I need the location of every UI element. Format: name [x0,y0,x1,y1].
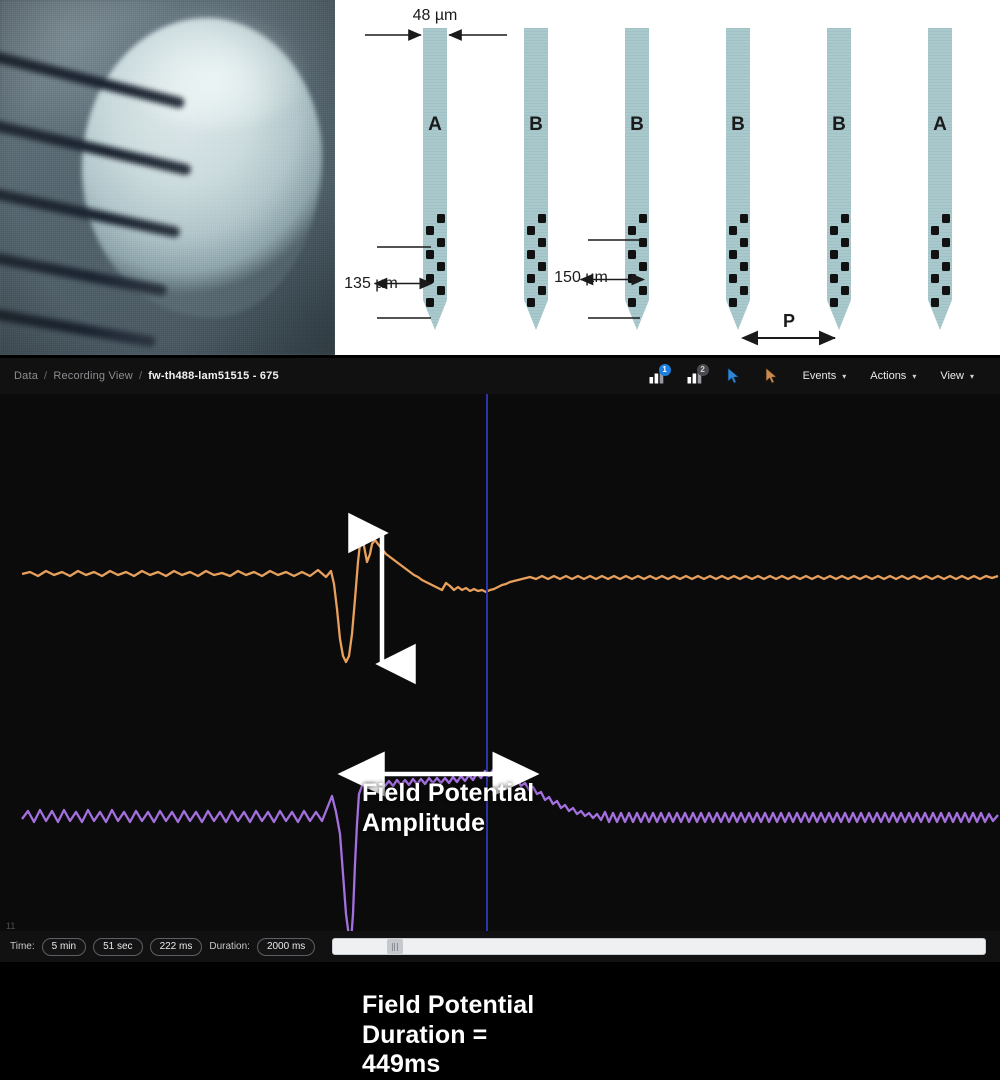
cursor-select-orange-button[interactable] [753,361,791,391]
breadcrumb-separator: / [44,370,48,382]
breadcrumb-current-recording: fw-th488-lam51515 - 675 [148,370,279,382]
time-millis-field[interactable]: 222 ms [149,937,203,956]
chart-one-button[interactable]: 1 [639,361,677,391]
chevron-down-icon-3: ▾ [969,371,974,381]
probe-diagram-svg: A B B B B A 48 µm 135 µm 150 µm P [344,7,952,346]
dimension-depth-b-label: 150 µm [554,269,608,286]
timeline-scrollbar-grip[interactable] [386,939,403,954]
svg-text:B: B [630,114,644,135]
time-seconds-field[interactable]: 51 sec [93,937,143,956]
probe-shank-2: B [524,28,548,330]
probe-shank-6: A [928,28,952,330]
grip-line-3 [396,942,398,951]
annotation-field-potential-amplitude: Field Potential Amplitude [362,779,535,837]
svg-text:A: A [933,114,947,135]
breadcrumb: Data / Recording View / fw-th488-lam5151… [14,370,279,382]
annotation-field-potential-duration: Field Potential Duration = 449ms [362,991,535,1078]
status-bar: Time: 5 min 51 sec 222 ms Duration: 2000… [0,931,1000,962]
menu-view[interactable]: View ▾ [928,361,986,391]
menu-actions-label: Actions [870,370,907,382]
probe-shank-3: B [625,28,649,330]
breadcrumb-separator-2: / [138,370,143,382]
app-toolbar: Data / Recording View / fw-th488-lam5151… [0,358,1000,394]
duration-label: Duration: [209,941,250,952]
cursor-select-blue-button[interactable] [715,361,753,391]
chevron-down-icon: ▾ [842,371,847,381]
probe-shank-4: B [726,28,750,330]
dimension-depth-a-label: 135 µm [344,275,398,292]
svg-text:A: A [428,114,442,135]
chart-two-badge: 2 [696,364,709,376]
probe-shank-5: B [827,28,851,330]
trace-plot [0,394,1000,934]
time-label: Time: [10,941,35,952]
channel-label-11: 11 [6,921,16,931]
menu-events[interactable]: Events ▾ [791,361,859,391]
breadcrumb-item-recording-view[interactable]: Recording View [53,370,133,382]
grip-line-1 [391,942,393,951]
duration-value-field[interactable]: 2000 ms [256,937,316,956]
recording-app-window: Data / Recording View / fw-th488-lam5151… [0,355,1000,1078]
timeline-scrollbar[interactable] [332,938,986,955]
svg-text:B: B [529,114,543,135]
probe-diagram: A B B B B A 48 µm 135 µm 150 µm P [335,0,1000,355]
svg-text:B: B [832,114,846,135]
dimension-pitch-label: P [783,311,795,331]
time-minutes-field[interactable]: 5 min [41,937,87,956]
chevron-down-icon-2: ▾ [912,371,917,381]
grip-line-2 [394,942,396,951]
menu-actions[interactable]: Actions ▾ [858,361,928,391]
cursor-arrow-icon-2 [765,367,778,384]
micrograph-vignette [0,0,335,355]
menu-events-label: Events [802,370,837,382]
toolbar-tools: 1 2 Events ▾ Actions ▾ View ▾ [639,361,986,391]
breadcrumb-item-data[interactable]: Data [14,370,38,382]
svg-text:B: B [731,114,745,135]
micrograph-image [0,0,335,355]
cursor-arrow-icon [727,367,740,384]
probe-shank-1: A [423,28,447,330]
menu-view-label: View [940,370,964,382]
recording-canvas[interactable]: 11 52 [0,394,1000,934]
figure-top-row: A B B B B A 48 µm 135 µm 150 µm P [0,0,1000,355]
chart-two-button[interactable]: 2 [677,361,715,391]
dimension-width-label: 48 µm [413,7,458,24]
chart-one-badge: 1 [658,364,671,376]
